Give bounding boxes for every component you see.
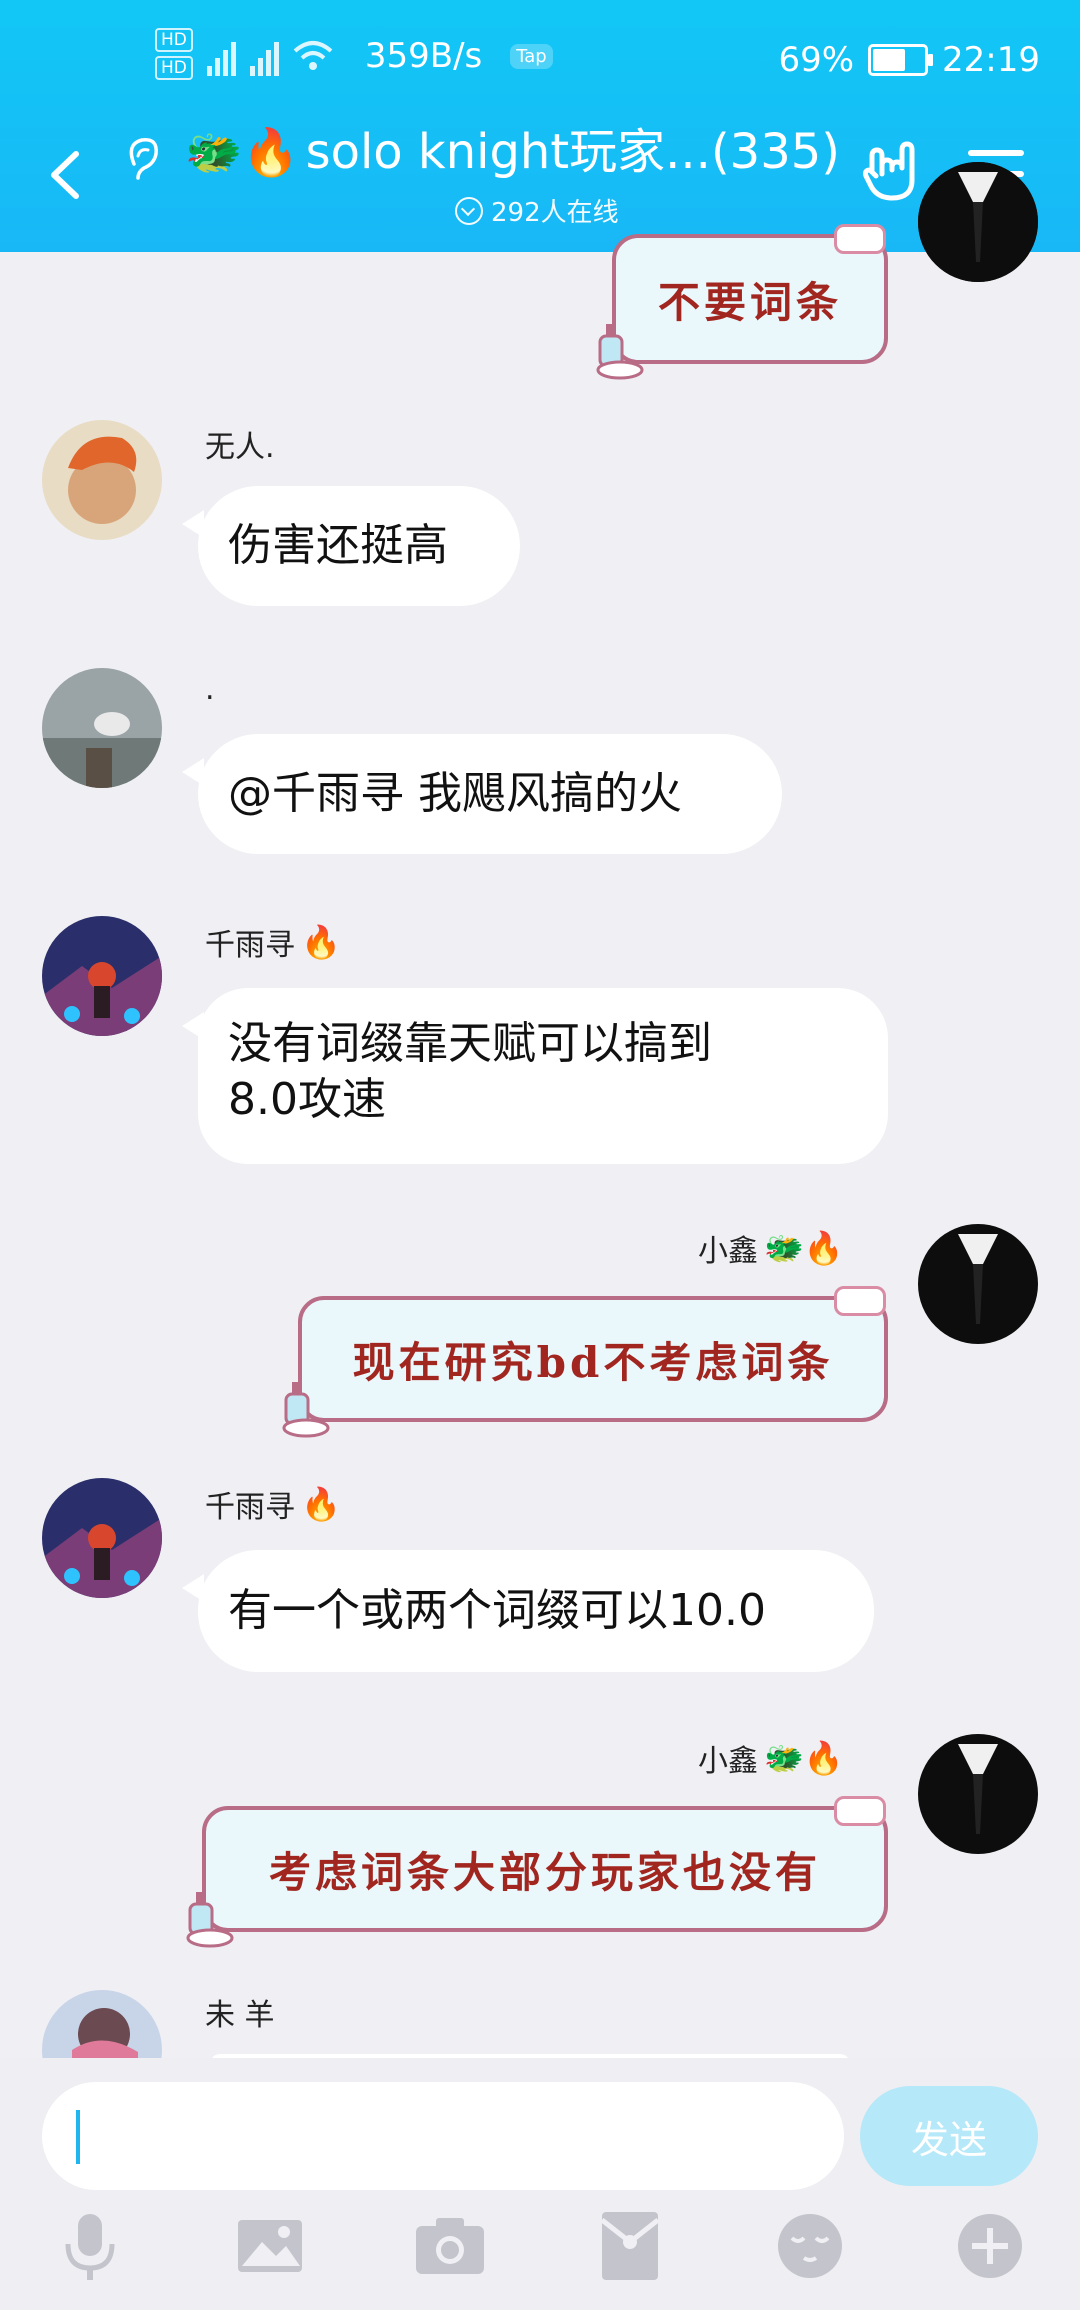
plus-icon[interactable] xyxy=(950,2206,1030,2286)
soap-bottle-icon xyxy=(186,1892,234,1948)
sticker-text: 现在研究bd不考虑词条 xyxy=(352,1337,834,1387)
message-bubble[interactable]: 没有词缀靠天赋可以搞到 8.0攻速 xyxy=(182,988,888,1164)
avatar[interactable] xyxy=(42,1478,162,1598)
sticker-message[interactable]: 现在研究bd不考虑词条 xyxy=(282,1286,888,1438)
message-text: @千雨寻 我飓风搞的火 xyxy=(228,768,682,819)
sticker-message[interactable]: 不要词条 xyxy=(596,224,888,380)
status-left: HD HD 359B/s Tap xyxy=(155,28,553,84)
message-input[interactable] xyxy=(42,2082,844,2190)
partial-message: 未 羊 xyxy=(0,1980,1080,2058)
image-icon[interactable] xyxy=(230,2206,310,2286)
online-count-label: 292人在线 xyxy=(491,198,619,228)
hd-indicators: HD HD xyxy=(155,28,193,84)
soap-bottle-icon xyxy=(282,1382,330,1438)
ear-icon[interactable] xyxy=(122,134,162,184)
group-emoji: 🐲🔥 xyxy=(185,125,300,179)
sender-name: 未 羊 xyxy=(205,1998,275,2033)
message-text: 没有词缀靠天赋可以搞到 8.0攻速 xyxy=(228,1018,712,1125)
message-bubble[interactable]: 伤害还挺高 xyxy=(182,486,520,606)
self-avatar[interactable] xyxy=(918,1224,1038,1344)
avatar[interactable] xyxy=(42,1990,162,2058)
self-avatar[interactable] xyxy=(918,1734,1038,1854)
battery-percent: 69% xyxy=(778,40,855,80)
sender-name: 千雨寻 🔥 xyxy=(205,1485,341,1525)
sender-name: 千雨寻 🔥 xyxy=(205,923,341,963)
sticker-message[interactable]: 考虑词条大部分玩家也没有 xyxy=(186,1796,888,1948)
soap-bottle-icon xyxy=(596,324,644,380)
hand-gesture-icon[interactable] xyxy=(858,140,922,204)
signal-icon-2 xyxy=(249,36,279,76)
online-count[interactable]: 292人在线 xyxy=(455,192,619,229)
avatar[interactable] xyxy=(42,420,162,540)
mic-icon[interactable] xyxy=(50,2206,130,2286)
sender-name: 小鑫 🐲🔥 xyxy=(698,1739,844,1779)
message-text: 伤害还挺高 xyxy=(228,520,448,571)
avatar[interactable] xyxy=(42,916,162,1036)
hd-badge-1: HD xyxy=(155,28,193,52)
sender-name: 无人. xyxy=(205,430,275,465)
status-bar: HD HD 359B/s Tap 69% 22:19 xyxy=(0,0,1080,120)
message-bubble[interactable]: 有一个或两个词缀可以10.0 xyxy=(182,1550,874,1672)
message-text: 有一个或两个词缀可以10.0 xyxy=(228,1585,766,1636)
tap-badge: Tap xyxy=(510,43,553,69)
chat-title-row[interactable]: 🐲🔥 solo knight玩家...(335) xyxy=(185,122,840,182)
send-button[interactable]: 发送 xyxy=(860,2086,1038,2186)
clock: 22:19 xyxy=(942,40,1040,80)
sticker-text: 考虑词条大部分玩家也没有 xyxy=(268,1847,821,1897)
chat-title: solo knight玩家...(335) xyxy=(305,124,841,180)
chevron-down-icon xyxy=(455,196,483,225)
wifi-icon xyxy=(293,41,333,70)
emoji-icon[interactable] xyxy=(770,2206,850,2286)
red-packet-icon[interactable] xyxy=(590,2206,670,2286)
avatar[interactable] xyxy=(42,668,162,788)
sender-name: . xyxy=(205,672,215,707)
battery-icon xyxy=(868,44,934,76)
input-area: 发送 xyxy=(0,2058,1080,2310)
sender-name: 小鑫 🐲🔥 xyxy=(698,1229,844,1269)
camera-icon[interactable] xyxy=(410,2206,490,2286)
hd-badge-2: HD xyxy=(155,56,193,80)
back-button[interactable] xyxy=(44,150,84,200)
sticker-text: 不要词条 xyxy=(657,277,842,327)
message-bubble[interactable]: @千雨寻 我飓风搞的火 xyxy=(182,734,782,854)
network-speed: 359B/s xyxy=(364,36,483,76)
signal-icon-1 xyxy=(206,36,236,76)
self-avatar[interactable] xyxy=(918,162,1038,282)
status-right: 69% 22:19 xyxy=(778,40,1040,80)
text-cursor xyxy=(76,2110,80,2164)
